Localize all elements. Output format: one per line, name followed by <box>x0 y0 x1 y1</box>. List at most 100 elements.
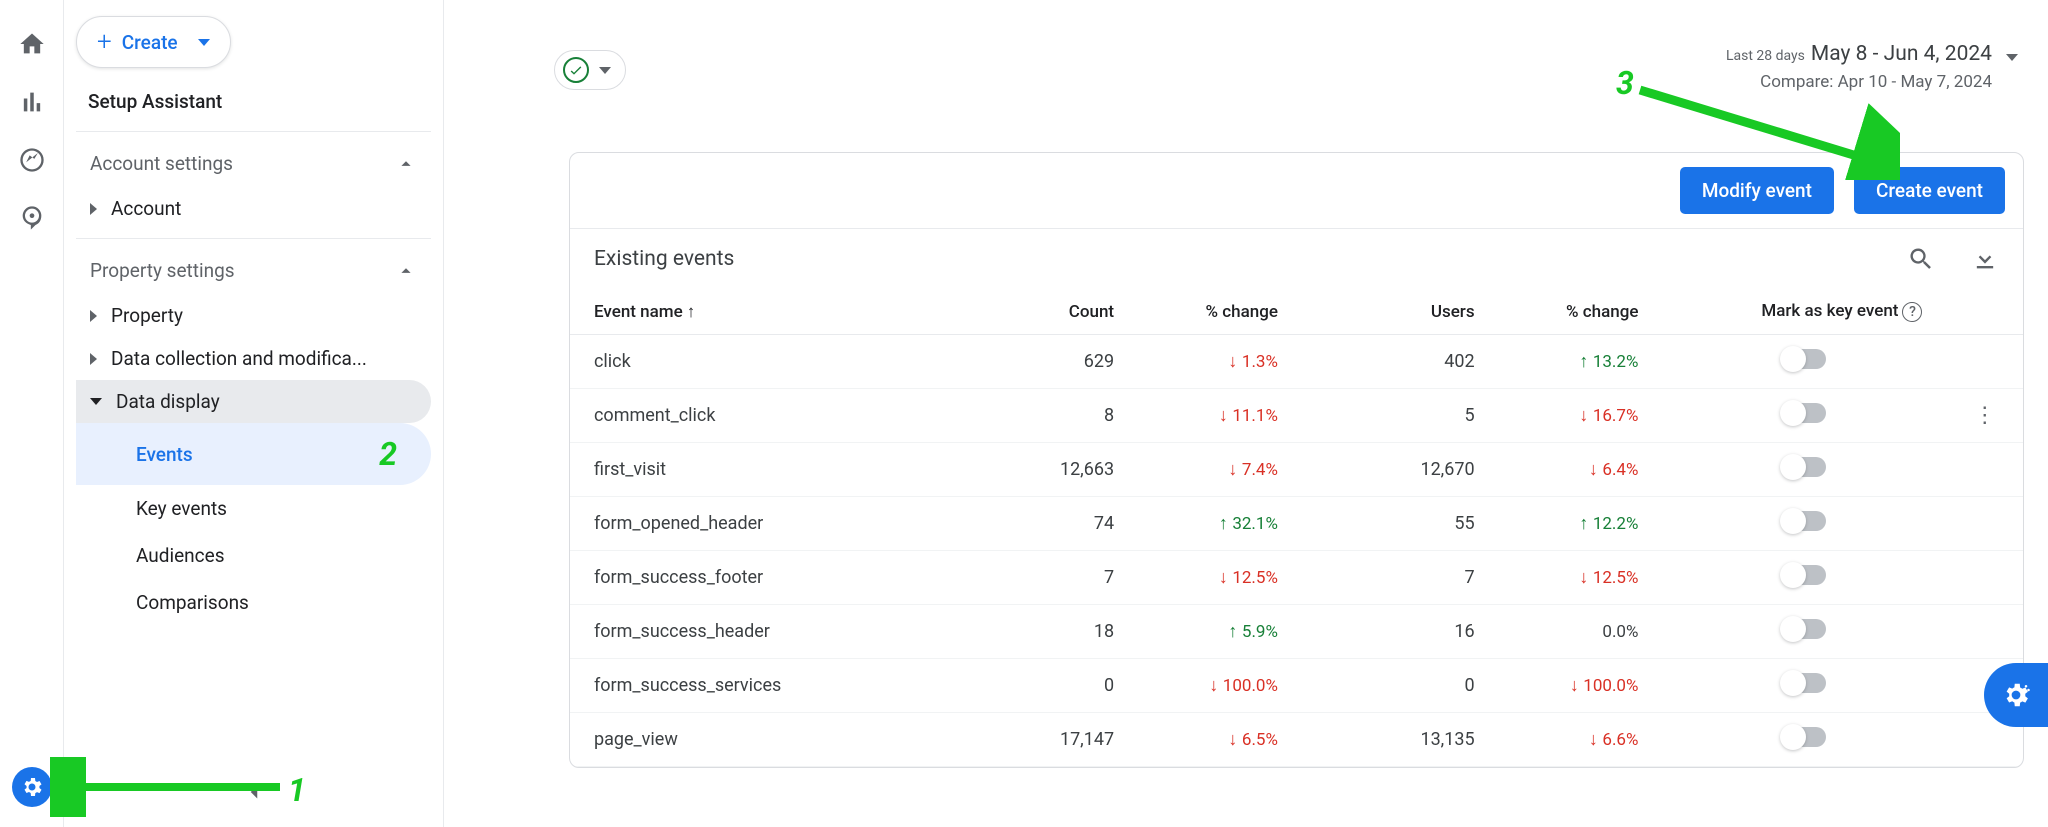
assistant-fab[interactable] <box>1984 663 2048 727</box>
event-name-cell[interactable]: comment_click <box>570 389 985 443</box>
audiences-subitem[interactable]: Audiences <box>76 532 431 579</box>
event-name-cell[interactable]: form_success_services <box>570 659 985 713</box>
toggle-switch[interactable] <box>1782 457 1826 477</box>
more-icon[interactable]: ⋮ <box>1974 403 1996 428</box>
toggle-switch[interactable] <box>1782 565 1826 585</box>
comparisons-subitem[interactable]: Comparisons <box>76 579 431 626</box>
change-count-cell: ↓ 7.4% <box>1138 443 1302 497</box>
annotation-2: 2 <box>379 435 397 473</box>
arrow-down-icon: ↓ <box>1579 567 1588 588</box>
change-count-cell: ↓ 1.3% <box>1138 335 1302 389</box>
arrow-up-icon: ↑ <box>1228 621 1237 642</box>
date-range-picker[interactable]: Last 28 daysMay 8 - Jun 4, 2024 Compare:… <box>1726 42 2018 92</box>
users-cell: 5 <box>1302 389 1499 443</box>
event-name-cell[interactable]: form_success_footer <box>570 551 985 605</box>
event-name-cell[interactable]: page_view <box>570 713 985 767</box>
col-count[interactable]: Count <box>985 289 1138 335</box>
toggle-switch[interactable] <box>1782 673 1826 693</box>
modify-event-button[interactable]: Modify event <box>1680 167 1834 214</box>
property-settings-section[interactable]: Property settings <box>76 247 431 294</box>
event-name-cell[interactable]: first_visit <box>570 443 985 497</box>
plus-icon: + <box>97 27 112 57</box>
admin-gear-icon[interactable] <box>12 767 52 807</box>
home-icon[interactable] <box>18 30 46 58</box>
explore-icon[interactable] <box>18 146 46 174</box>
status-filter[interactable] <box>554 50 626 90</box>
toggle-switch[interactable] <box>1782 403 1826 423</box>
users-cell: 402 <box>1302 335 1499 389</box>
date-label: Last 28 days <box>1726 48 1805 64</box>
col-change-users[interactable]: % change <box>1499 289 1663 335</box>
arrow-down-icon: ↓ <box>1589 729 1598 750</box>
arrow-up-icon: ↑ <box>1579 513 1588 534</box>
arrow-down-icon: ↓ <box>1589 459 1598 480</box>
create-event-button[interactable]: Create event <box>1854 167 2005 214</box>
admin-sidebar: + Create Setup Assistant Account setting… <box>64 0 444 827</box>
events-table: Event name↑ Count % change Users % chang… <box>570 289 2023 767</box>
col-users[interactable]: Users <box>1302 289 1499 335</box>
table-row[interactable]: comment_click8↓ 11.1%5↓ 16.7%⋮ <box>570 389 2023 443</box>
download-icon[interactable] <box>1971 245 1999 273</box>
table-row[interactable]: form_success_header18↑ 5.9%16 0.0% <box>570 605 2023 659</box>
account-settings-section[interactable]: Account settings <box>76 140 431 187</box>
arrow-down-icon: ↓ <box>1228 729 1237 750</box>
key-toggle-cell <box>1662 497 1946 551</box>
change-count-cell: ↓ 6.5% <box>1138 713 1302 767</box>
advertising-icon[interactable] <box>18 204 46 232</box>
toggle-switch[interactable] <box>1782 619 1826 639</box>
collapse-sidebar-icon[interactable] <box>241 779 267 809</box>
events-card: Modify event Create event Existing event… <box>569 152 2024 768</box>
change-users-cell: ↓ 16.7% <box>1499 389 1663 443</box>
table-row[interactable]: click629↓ 1.3%402↑ 13.2% <box>570 335 2023 389</box>
users-cell: 55 <box>1302 497 1499 551</box>
chevron-up-icon <box>395 260 417 282</box>
col-event-name[interactable]: Event name↑ <box>570 289 985 335</box>
key-toggle-cell <box>1662 713 1946 767</box>
key-events-subitem[interactable]: Key events <box>76 485 431 532</box>
arrow-up-icon: ↑ <box>1219 513 1228 534</box>
count-cell: 629 <box>985 335 1138 389</box>
setup-assistant-link[interactable]: Setup Assistant <box>88 90 431 113</box>
event-name-cell[interactable]: click <box>570 335 985 389</box>
key-toggle-cell <box>1662 605 1946 659</box>
toggle-switch[interactable] <box>1782 511 1826 531</box>
arrow-down-icon: ↓ <box>1228 459 1237 480</box>
toggle-switch[interactable] <box>1782 349 1826 369</box>
table-row[interactable]: form_success_footer7↓ 12.5%7↓ 12.5% <box>570 551 2023 605</box>
property-item[interactable]: Property <box>76 294 431 337</box>
arrow-down-icon: ↓ <box>1219 405 1228 426</box>
change-count-cell: ↓ 100.0% <box>1138 659 1302 713</box>
chevron-up-icon <box>395 153 417 175</box>
data-collection-item[interactable]: Data collection and modifica... <box>76 337 431 380</box>
table-row[interactable]: form_opened_header74↑ 32.1%55↑ 12.2% <box>570 497 2023 551</box>
event-name-cell[interactable]: form_opened_header <box>570 497 985 551</box>
users-cell: 7 <box>1302 551 1499 605</box>
key-toggle-cell <box>1662 443 1946 497</box>
account-item[interactable]: Account <box>76 187 431 230</box>
table-row[interactable]: page_view17,147↓ 6.5%13,135↓ 6.6% <box>570 713 2023 767</box>
main-content: Last 28 daysMay 8 - Jun 4, 2024 Compare:… <box>444 0 2048 827</box>
date-range: May 8 - Jun 4, 2024 <box>1811 42 1992 66</box>
event-name-cell[interactable]: form_success_header <box>570 605 985 659</box>
col-change-count[interactable]: % change <box>1138 289 1302 335</box>
change-users-cell: ↑ 13.2% <box>1499 335 1663 389</box>
arrow-up-icon: ↑ <box>1579 351 1588 372</box>
change-users-cell: 0.0% <box>1499 605 1663 659</box>
change-users-cell: ↓ 6.4% <box>1499 443 1663 497</box>
data-display-item[interactable]: Data display <box>76 380 431 423</box>
triangle-icon <box>90 203 97 215</box>
col-key-event: Mark as key event? <box>1662 289 1946 335</box>
reports-icon[interactable] <box>18 88 46 116</box>
search-icon[interactable] <box>1907 245 1935 273</box>
arrow-down-icon: ↓ <box>1228 351 1237 372</box>
chevron-down-icon <box>599 67 611 74</box>
change-count-cell: ↑ 5.9% <box>1138 605 1302 659</box>
create-button[interactable]: + Create <box>76 16 231 68</box>
table-row[interactable]: first_visit12,663↓ 7.4%12,670↓ 6.4% <box>570 443 2023 497</box>
users-cell: 12,670 <box>1302 443 1499 497</box>
toggle-switch[interactable] <box>1782 727 1826 747</box>
help-icon[interactable]: ? <box>1902 302 1922 322</box>
events-subitem[interactable]: Events 2 <box>76 423 431 485</box>
chevron-down-icon <box>2006 54 2018 61</box>
table-row[interactable]: form_success_services0↓ 100.0%0↓ 100.0% <box>570 659 2023 713</box>
